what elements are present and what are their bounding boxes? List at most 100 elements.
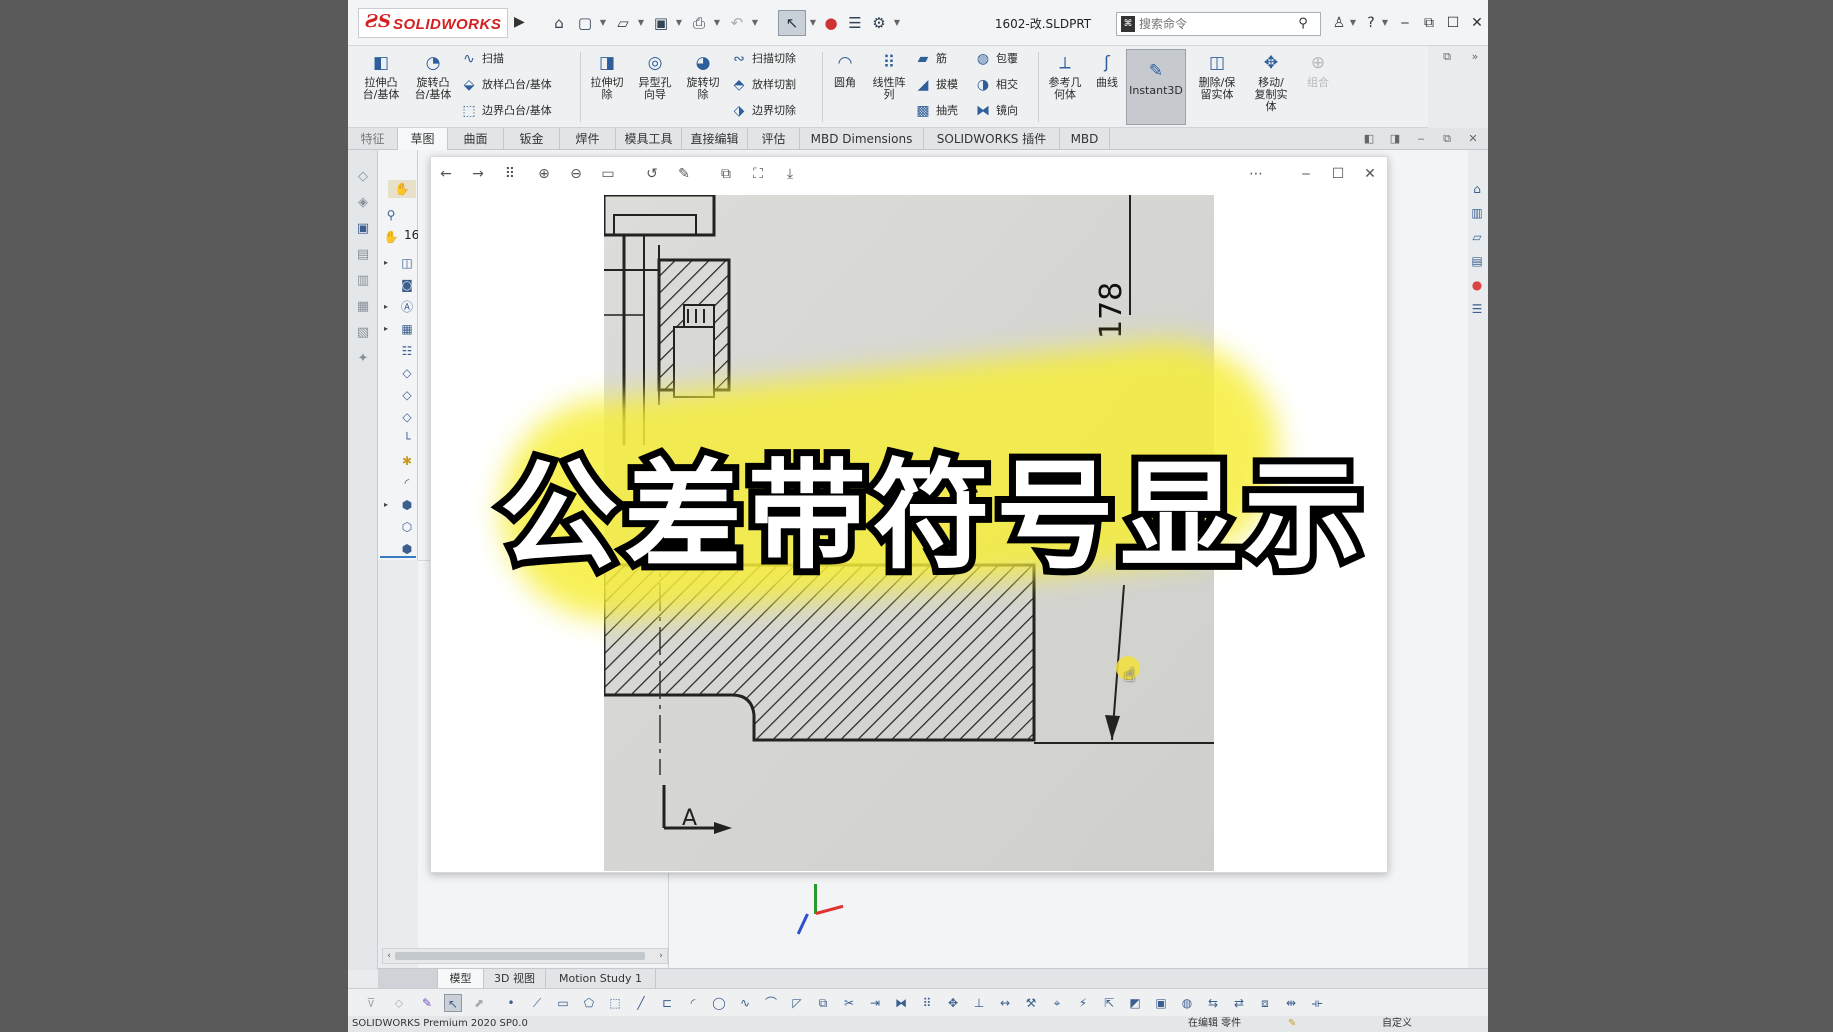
- sweep-button[interactable]: ∿ 扫描: [460, 48, 504, 70]
- home-icon[interactable]: ⌂: [548, 12, 570, 34]
- scroll-left-icon[interactable]: ‹: [383, 949, 395, 963]
- origin-icon[interactable]: └: [398, 430, 416, 448]
- options-dropdown-icon[interactable]: ▼: [892, 14, 902, 32]
- curves-button[interactable]: ʃ 曲线: [1090, 52, 1124, 124]
- ribbon-collapse-icon[interactable]: »: [1466, 48, 1484, 66]
- viewer-close-icon[interactable]: ✕: [1359, 163, 1381, 185]
- status-units[interactable]: 自定义: [1382, 1016, 1412, 1032]
- tab-scroll-area[interactable]: [378, 969, 438, 989]
- file-properties-icon[interactable]: ☰: [844, 12, 866, 34]
- draft-button[interactable]: ◢ 拔模: [914, 74, 958, 96]
- doc-restore-icon[interactable]: ⧉: [1438, 130, 1456, 148]
- measure-icon[interactable]: ▧: [354, 324, 372, 342]
- boss-feature-icon[interactable]: ⬢: [398, 496, 416, 514]
- tab-weldments[interactable]: 焊件: [560, 128, 616, 150]
- box-icon[interactable]: ⬚: [606, 994, 624, 1012]
- reference-geometry-button[interactable]: ⟂ 参考几 何体: [1042, 52, 1088, 124]
- offset-icon[interactable]: ⧉: [814, 994, 832, 1012]
- combine-button[interactable]: ⊕ 组合: [1298, 52, 1338, 124]
- viewer-minimize-icon[interactable]: ‒: [1295, 163, 1317, 185]
- revolve-cut-button[interactable]: ◕ 旋转切 除: [680, 52, 726, 124]
- rectangle-icon[interactable]: ▭: [554, 994, 572, 1012]
- view-palette-icon[interactable]: ▤: [1468, 252, 1486, 270]
- hide-show-icon[interactable]: ⧈: [1256, 994, 1274, 1012]
- panel-right-icon[interactable]: ◨: [1386, 130, 1404, 148]
- annotations-icon[interactable]: Ⓐ: [398, 298, 416, 316]
- rib-button[interactable]: ▰ 筋: [914, 48, 947, 70]
- zoom-out-icon[interactable]: ⊖: [565, 163, 587, 185]
- search-commands-box[interactable]: ⌘ ⚲: [1116, 12, 1321, 36]
- rebuild-status-icon[interactable]: ✎: [1288, 1016, 1296, 1032]
- display-icon[interactable]: ▥: [354, 272, 372, 290]
- undo-icon[interactable]: ↶: [726, 12, 748, 34]
- trim-icon[interactable]: ✂: [840, 994, 858, 1012]
- save-icon[interactable]: ▣: [650, 12, 672, 34]
- expand-arrow-icon[interactable]: ▸: [384, 496, 394, 514]
- rebuild-icon[interactable]: ●: [820, 12, 842, 34]
- fillet-sketch-icon[interactable]: ⌒: [762, 994, 780, 1012]
- doc-minimize-icon[interactable]: ‒: [1412, 130, 1430, 148]
- tab-direct-editing[interactable]: 直接编辑: [682, 128, 748, 150]
- user-dropdown-icon[interactable]: ▼: [1348, 14, 1358, 32]
- tab-motion-study-1[interactable]: Motion Study 1: [546, 969, 656, 989]
- feature-item-icon[interactable]: ✱: [398, 452, 416, 470]
- sketch-tool-icon[interactable]: ◇: [354, 168, 372, 186]
- feature-manager-tab-icon[interactable]: ✋: [388, 180, 416, 198]
- history-icon[interactable]: ◫: [398, 254, 416, 272]
- restore-icon[interactable]: ⧉: [1418, 12, 1440, 34]
- tab-sketch[interactable]: 草图: [398, 128, 448, 150]
- viewer-maximize-icon[interactable]: ☐: [1327, 163, 1349, 185]
- tab-evaluate[interactable]: 评估: [748, 128, 800, 150]
- tab-solidworks-addins[interactable]: SOLIDWORKS 插件: [924, 128, 1060, 150]
- design-library-icon[interactable]: ▥: [1468, 204, 1486, 222]
- rotate-icon[interactable]: ↺: [641, 163, 663, 185]
- smart-dimension-icon[interactable]: ◈: [354, 194, 372, 212]
- cut-feature-icon[interactable]: ⬡: [398, 518, 416, 536]
- sketch-item-icon[interactable]: ◜: [398, 474, 416, 492]
- tab-3d-views[interactable]: 3D 视图: [484, 969, 546, 989]
- select-more-icon[interactable]: ⬈: [470, 994, 488, 1012]
- tab-mbd[interactable]: MBD: [1060, 128, 1110, 150]
- menu-expand-icon[interactable]: ▶: [514, 12, 528, 32]
- move-entities-icon[interactable]: ✥: [944, 994, 962, 1012]
- filter-icon[interactable]: ⚲: [382, 206, 400, 224]
- extend-icon[interactable]: ⇥: [866, 994, 884, 1012]
- tab-mbd-dimensions[interactable]: MBD Dimensions: [800, 128, 924, 150]
- print-icon[interactable]: ⎙: [688, 12, 710, 34]
- wrap-button[interactable]: ◍ 包覆: [974, 48, 1018, 70]
- expand-arrow-icon[interactable]: ▸: [384, 254, 394, 272]
- rapid-sketch-icon[interactable]: ⚡: [1074, 994, 1092, 1012]
- loft-cut-button[interactable]: ⬘ 放样切割: [730, 74, 796, 96]
- file-explorer-icon[interactable]: ▱: [1468, 228, 1486, 246]
- linear-pattern-button[interactable]: ⠿ 线性阵 列: [866, 52, 912, 124]
- forward-arrow-icon[interactable]: →: [467, 163, 489, 185]
- new-document-icon[interactable]: ▢: [574, 12, 596, 34]
- search-input[interactable]: [1139, 15, 1289, 33]
- boundary-cut-button[interactable]: ⬗ 边界切除: [730, 100, 796, 122]
- sketch-picture-icon[interactable]: ▣: [1152, 994, 1170, 1012]
- options-gear-icon[interactable]: ⚙: [868, 12, 890, 34]
- custom-properties-icon[interactable]: ☰: [1468, 300, 1486, 318]
- revolve-boss-button[interactable]: ◔ 旋转凸 台/基体: [408, 52, 458, 124]
- paint-tool-icon[interactable]: ✎: [418, 994, 436, 1012]
- sensors-icon[interactable]: ◙: [398, 276, 416, 294]
- right-plane-icon[interactable]: ◇: [398, 408, 416, 426]
- search-scope-icon[interactable]: ⌘: [1121, 16, 1135, 32]
- help-icon[interactable]: ?: [1360, 12, 1382, 34]
- tree-horizontal-scrollbar[interactable]: ‹ ›: [382, 948, 668, 964]
- expand-arrow-icon[interactable]: ▸: [384, 320, 394, 338]
- search-icon[interactable]: ⚲: [1293, 15, 1313, 33]
- intersect-button[interactable]: ◑ 相交: [974, 74, 1018, 96]
- relations-icon[interactable]: ⊥: [970, 994, 988, 1012]
- quick-snaps-icon[interactable]: ⌖: [1048, 994, 1066, 1012]
- user-icon[interactable]: ♙: [1328, 12, 1350, 34]
- line-icon[interactable]: ⟋: [528, 994, 546, 1012]
- hole-wizard-button[interactable]: ◎ 异型孔 向导: [632, 52, 678, 124]
- zoom-in-icon[interactable]: ⊕: [533, 163, 555, 185]
- tag-tool-icon[interactable]: ⬦: [390, 994, 408, 1012]
- filter-tool-icon[interactable]: ⊽: [362, 994, 380, 1012]
- back-arrow-icon[interactable]: ←: [435, 163, 457, 185]
- crop-icon[interactable]: ⛶: [747, 163, 769, 185]
- loft-boss-button[interactable]: ⬙ 放样凸台/基体: [460, 74, 552, 96]
- chamfer-icon[interactable]: ◸: [788, 994, 806, 1012]
